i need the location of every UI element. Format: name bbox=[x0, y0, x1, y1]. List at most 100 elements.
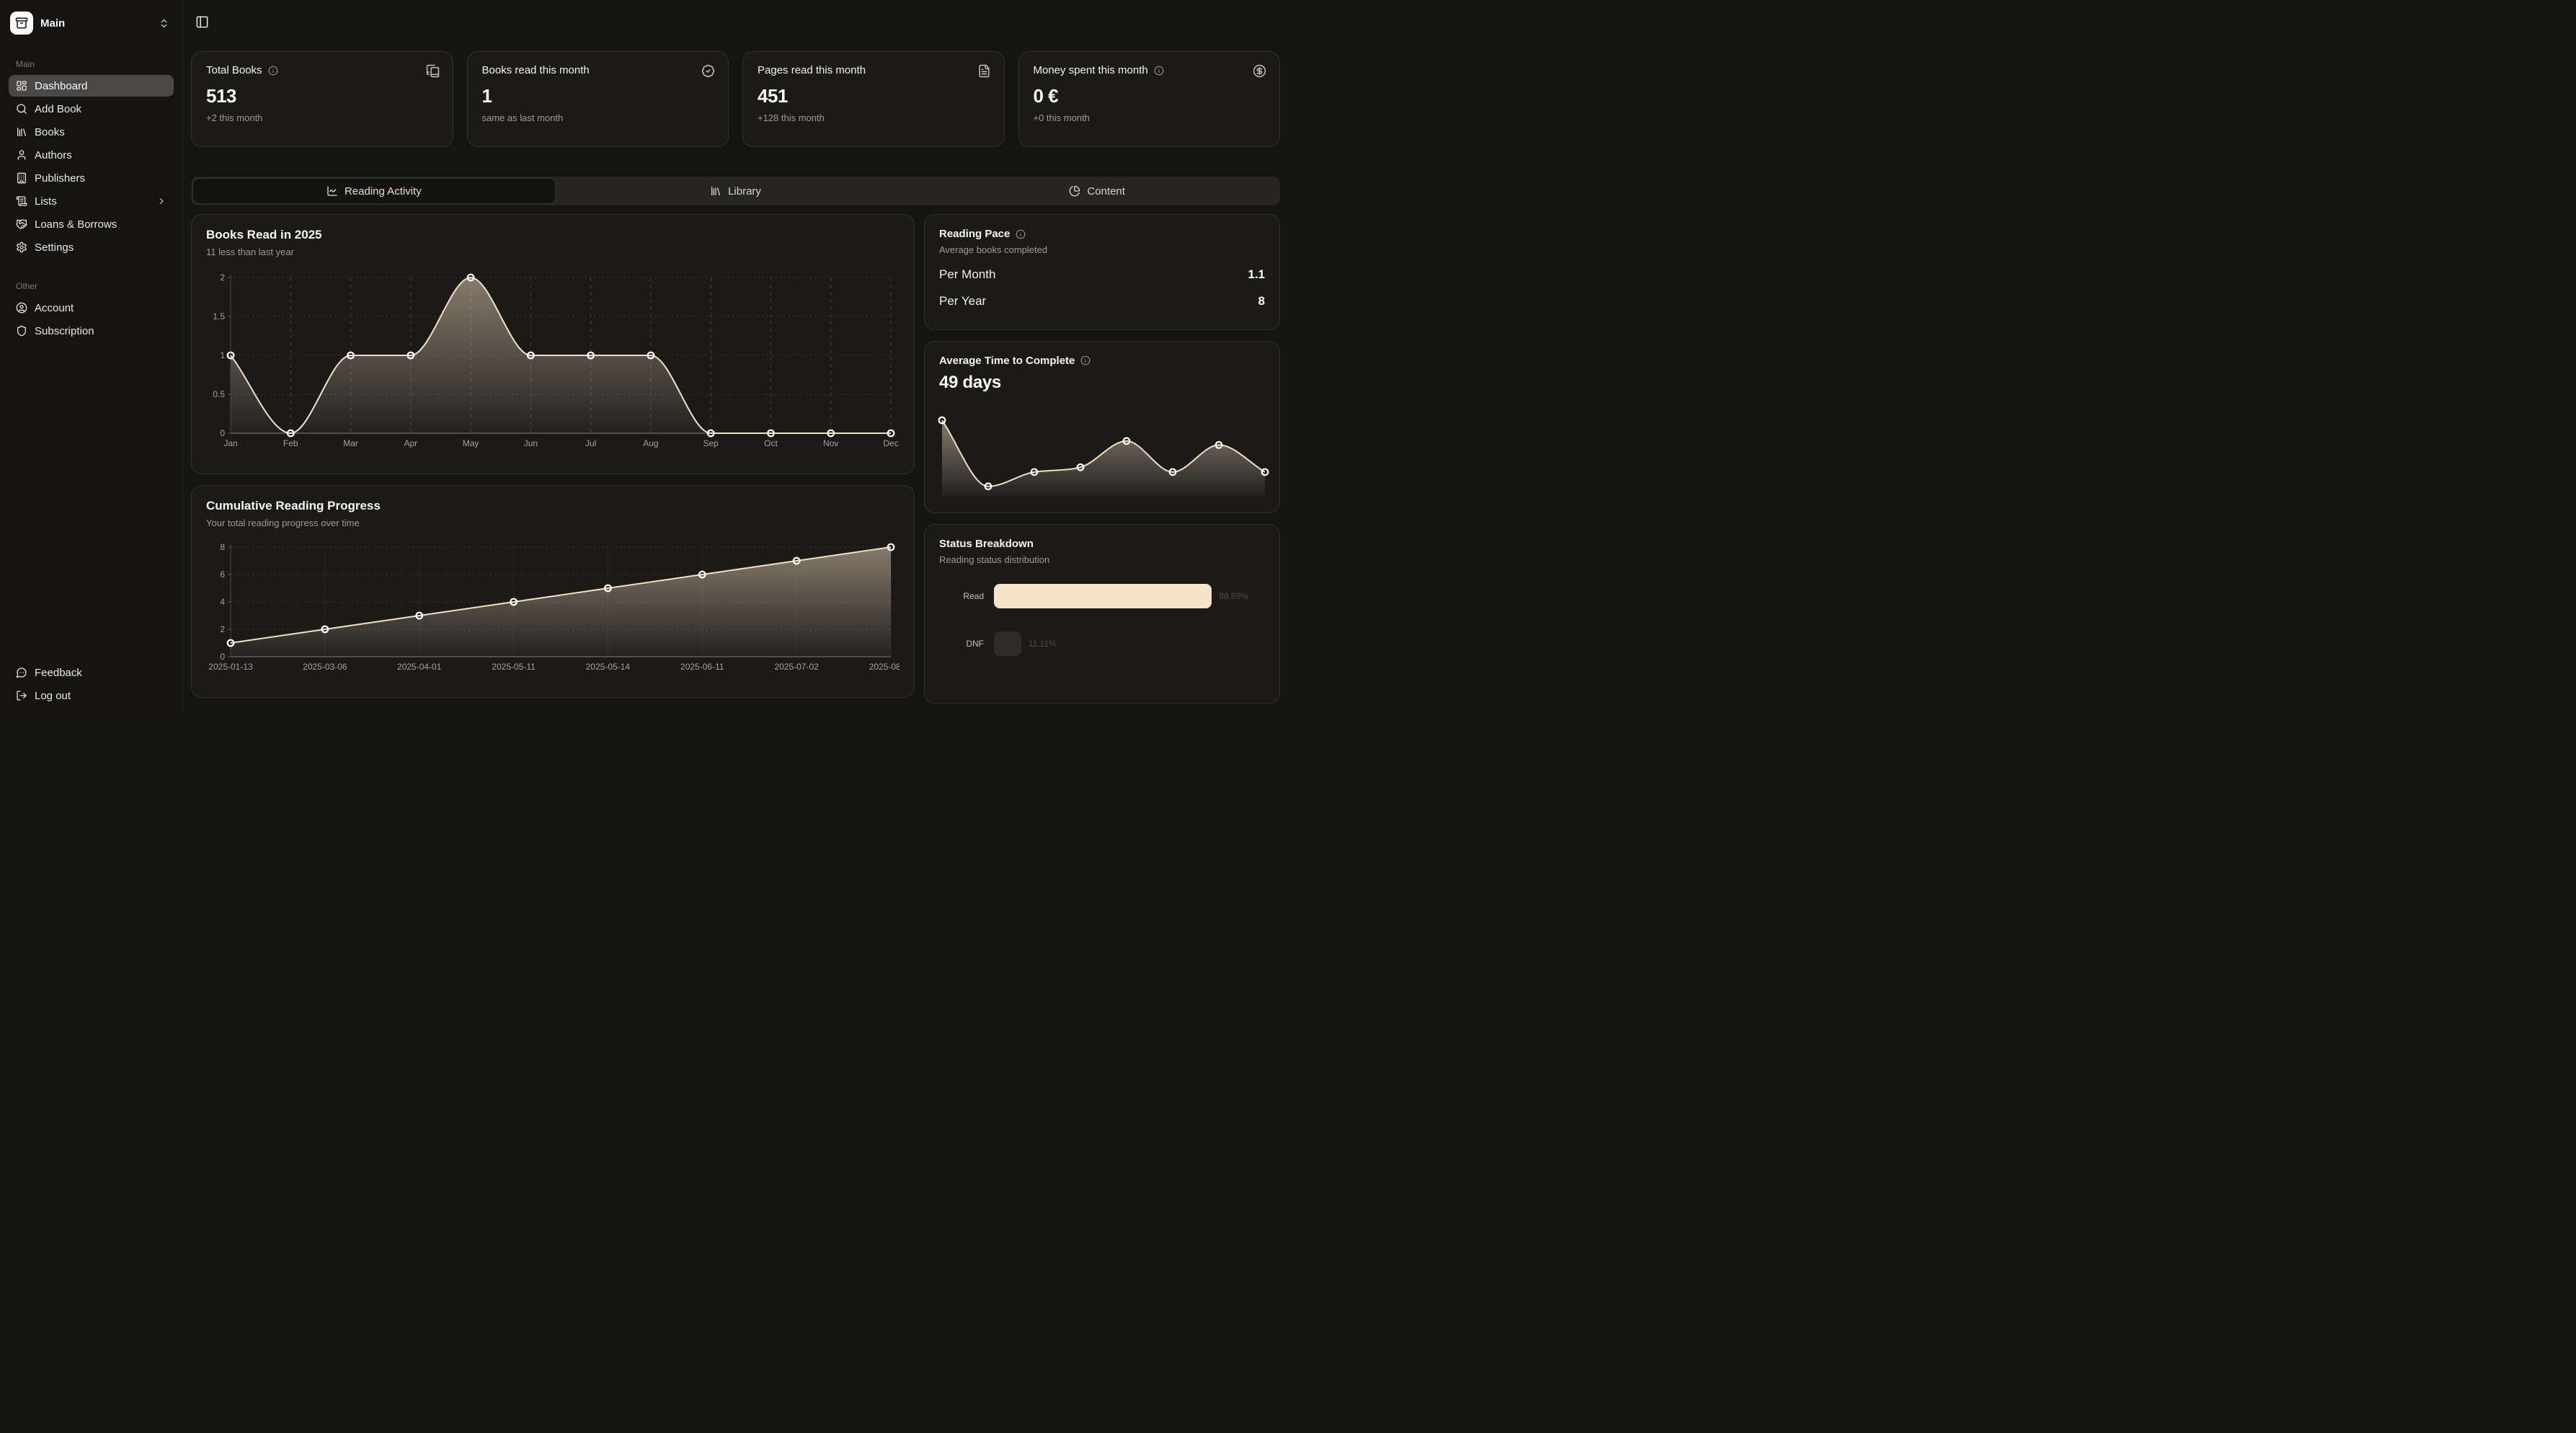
message-dots-icon bbox=[16, 667, 27, 678]
search-icon bbox=[16, 103, 27, 115]
sidebar-item-dashboard[interactable]: Dashboard bbox=[9, 75, 174, 97]
sidebar-item-log-out[interactable]: Log out bbox=[9, 685, 174, 706]
shield-icon bbox=[16, 325, 27, 337]
sidebar-footer: Feedback Log out bbox=[9, 662, 174, 708]
workspace-switcher[interactable]: Main bbox=[9, 9, 174, 37]
status-bar bbox=[994, 631, 1021, 656]
sidebar-item-label: Authors bbox=[35, 149, 72, 161]
sidebar-item-label: Subscription bbox=[35, 325, 94, 337]
svg-text:2025-05-14: 2025-05-14 bbox=[586, 662, 631, 672]
stat-note: same as last month bbox=[482, 112, 714, 123]
svg-text:2025-01-13: 2025-01-13 bbox=[208, 662, 253, 672]
info-icon[interactable] bbox=[1016, 229, 1026, 239]
sidebar-item-label: Log out bbox=[35, 690, 71, 702]
status-row-dnf: DNF 11.11% bbox=[939, 631, 1265, 656]
svg-text:Dec: Dec bbox=[883, 438, 898, 448]
svg-text:Jun: Jun bbox=[524, 438, 538, 448]
status-row-read: Read 88.89% bbox=[939, 584, 1265, 608]
chevrons-up-down-icon[interactable] bbox=[159, 18, 169, 29]
sidebar-item-label: Dashboard bbox=[35, 80, 87, 92]
stat-card-money-spent-month: Money spent this month 0 € +0 this month bbox=[1018, 51, 1281, 147]
scroll-icon bbox=[16, 195, 27, 207]
main-content: Total Books 513 +2 this month Books read… bbox=[183, 0, 1288, 716]
avg-time-value: 49 days bbox=[939, 373, 1265, 393]
svg-text:6: 6 bbox=[220, 569, 225, 580]
pace-label: Per Month bbox=[939, 267, 995, 282]
sidebar-item-lists[interactable]: Lists bbox=[9, 190, 174, 212]
stat-note: +128 this month bbox=[758, 112, 990, 123]
tab-content[interactable]: Content bbox=[916, 179, 1278, 203]
status-label: Read bbox=[939, 591, 984, 601]
status-label: DNF bbox=[939, 639, 984, 649]
svg-text:Nov: Nov bbox=[823, 438, 838, 448]
chart-title: Books Read in 2025 bbox=[206, 228, 900, 242]
sidebar-item-label: Books bbox=[35, 126, 65, 138]
sidebar-item-settings[interactable]: Settings bbox=[9, 236, 174, 258]
sidebar-item-loans-borrows[interactable]: Loans & Borrows bbox=[9, 213, 174, 235]
avg-time-card: Average Time to Complete 49 days bbox=[924, 341, 1280, 513]
chart-subtitle: Your total reading progress over time bbox=[206, 518, 900, 528]
view-tabs: Reading Activity Library Content bbox=[191, 177, 1280, 205]
tab-reading-activity[interactable]: Reading Activity bbox=[193, 179, 555, 203]
svg-text:Oct: Oct bbox=[764, 438, 778, 448]
svg-text:1: 1 bbox=[220, 350, 225, 360]
info-icon[interactable] bbox=[268, 66, 278, 76]
svg-text:2025-06-11: 2025-06-11 bbox=[680, 662, 724, 672]
sidebar-item-feedback[interactable]: Feedback bbox=[9, 662, 174, 683]
svg-text:0: 0 bbox=[220, 428, 225, 438]
svg-text:Feb: Feb bbox=[283, 438, 298, 448]
pace-value: 1.1 bbox=[1248, 267, 1265, 282]
card-title: Reading Pace bbox=[939, 228, 1010, 240]
topbar bbox=[191, 10, 1280, 33]
stat-value: 451 bbox=[758, 85, 990, 107]
archive-icon bbox=[15, 17, 28, 30]
sidebar-item-books[interactable]: Books bbox=[9, 121, 174, 143]
sidebar-item-label: Add Book bbox=[35, 103, 81, 115]
card-title: Average Time to Complete bbox=[939, 355, 1075, 367]
library-icon bbox=[16, 126, 27, 138]
pace-label: Per Year bbox=[939, 294, 986, 309]
stat-note: +2 this month bbox=[206, 112, 438, 123]
app-root: Main Main Dashboard Add Book Books Autho… bbox=[0, 0, 1288, 716]
sidebar-item-authors[interactable]: Authors bbox=[9, 144, 174, 166]
workspace-logo bbox=[10, 12, 33, 35]
reading-pace-card: Reading Pace Average books completed Per… bbox=[924, 214, 1280, 330]
cumulative-progress-chart-card: Cumulative Reading Progress Your total r… bbox=[191, 485, 915, 698]
pace-row-month: Per Month 1.1 bbox=[939, 267, 1265, 282]
svg-text:Jan: Jan bbox=[223, 438, 237, 448]
info-icon[interactable] bbox=[1154, 66, 1164, 76]
svg-text:0.5: 0.5 bbox=[213, 389, 225, 399]
chevron-right-icon[interactable] bbox=[156, 196, 166, 206]
library-icon bbox=[710, 185, 721, 197]
info-icon[interactable] bbox=[1080, 355, 1091, 365]
sidebar-section-main: Main bbox=[9, 59, 174, 69]
stat-card-total-books: Total Books 513 +2 this month bbox=[191, 51, 453, 147]
tab-label: Content bbox=[1087, 185, 1125, 198]
svg-text:Aug: Aug bbox=[643, 438, 658, 448]
sidebar-item-publishers[interactable]: Publishers bbox=[9, 167, 174, 189]
stat-title: Pages read this month bbox=[758, 64, 866, 76]
dashboard-grid: Books Read in 2025 11 less than last yea… bbox=[191, 214, 1280, 704]
sidebar-item-label: Feedback bbox=[35, 667, 82, 679]
status-breakdown-card: Status Breakdown Reading status distribu… bbox=[924, 524, 1280, 704]
sidebar-item-subscription[interactable]: Subscription bbox=[9, 320, 174, 342]
svg-text:Apr: Apr bbox=[404, 438, 417, 448]
card-subtitle: Average books completed bbox=[939, 244, 1265, 255]
svg-text:2025-05-11: 2025-05-11 bbox=[492, 662, 536, 672]
pace-value: 8 bbox=[1258, 294, 1265, 309]
svg-text:0: 0 bbox=[220, 652, 225, 662]
status-percent: 88.89% bbox=[1219, 591, 1248, 601]
tab-label: Library bbox=[728, 185, 761, 198]
sidebar-item-add-book[interactable]: Add Book bbox=[9, 98, 174, 120]
status-bar bbox=[994, 584, 1212, 608]
chart-title: Cumulative Reading Progress bbox=[206, 499, 900, 513]
tab-library[interactable]: Library bbox=[555, 179, 917, 203]
stat-title: Money spent this month bbox=[1034, 64, 1148, 76]
sidebar-toggle-button[interactable] bbox=[191, 11, 213, 32]
stat-value: 513 bbox=[206, 85, 438, 107]
svg-text:1.5: 1.5 bbox=[213, 311, 225, 321]
svg-text:2025-07-02: 2025-07-02 bbox=[774, 662, 819, 672]
svg-text:Sep: Sep bbox=[703, 438, 719, 448]
sidebar-item-account[interactable]: Account bbox=[9, 297, 174, 319]
file-text-icon bbox=[977, 64, 991, 78]
